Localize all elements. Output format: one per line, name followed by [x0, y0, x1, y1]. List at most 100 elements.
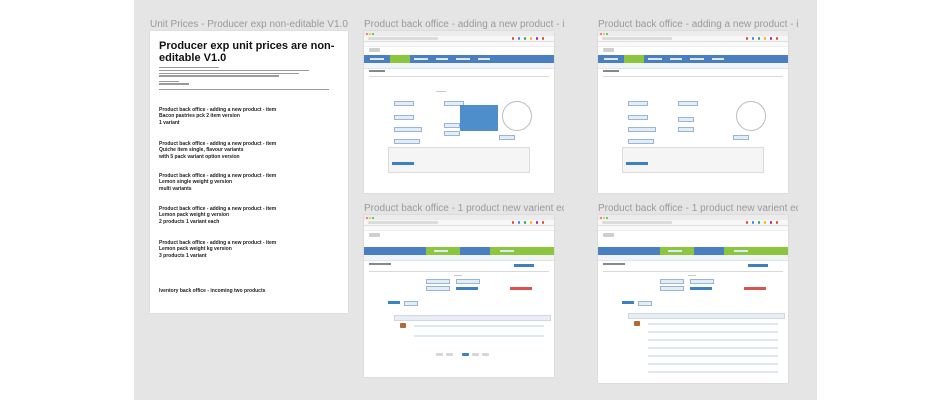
main-nav[interactable]: [598, 55, 788, 63]
divider: [603, 271, 783, 272]
divider: [369, 76, 549, 77]
input-field[interactable]: [444, 131, 460, 136]
divider: [603, 76, 783, 77]
section-inventory: Iventory back office - incoming two prod…: [159, 288, 266, 294]
variant-buttons[interactable]: [626, 162, 648, 165]
logo: [369, 48, 380, 52]
frame-title-unit-prices[interactable]: Unit Prices - Producer exp non-editable …: [150, 19, 350, 30]
screenshot-add-product-2[interactable]: [598, 31, 788, 193]
bookmarks-bar: [598, 42, 788, 47]
product-image-placeholder[interactable]: [502, 101, 532, 131]
input-field[interactable]: [394, 101, 414, 106]
pagination-button[interactable]: [446, 353, 453, 356]
section-quiche-item: Product back office - adding a new produ…: [159, 141, 277, 160]
input-field[interactable]: [394, 115, 414, 120]
filter-button[interactable]: [622, 301, 634, 304]
input-field[interactable]: [456, 279, 480, 284]
screenshot-variant-edit-1[interactable]: [364, 215, 554, 377]
input-field[interactable]: [628, 101, 648, 106]
header-button[interactable]: [748, 264, 768, 267]
table-row[interactable]: [648, 363, 778, 365]
input-field[interactable]: [678, 117, 694, 122]
header-button[interactable]: [514, 264, 534, 267]
logo: [603, 233, 614, 237]
bookmarks-bar: [598, 226, 788, 231]
sub-nav: [364, 255, 554, 261]
field-label: [454, 275, 462, 277]
input-field[interactable]: [444, 123, 460, 128]
input-field[interactable]: [394, 139, 420, 144]
pagination-button-active[interactable]: [462, 353, 469, 356]
page-title: [603, 70, 619, 72]
page-title: [369, 263, 391, 265]
filter-button[interactable]: [388, 301, 400, 304]
frame-title-variant-edit-2[interactable]: Product back office - 1 product new vari…: [598, 203, 798, 214]
section-bacon-pastries: Product back office - adding a new produ…: [159, 107, 277, 126]
section-lemon-pack-g: Product back office - adding a new produ…: [159, 206, 277, 225]
input-field[interactable]: [638, 301, 652, 306]
section-lemon-pack-kg: Product back office - adding a new produ…: [159, 240, 277, 259]
table-row[interactable]: [648, 339, 778, 341]
input-field[interactable]: [426, 279, 450, 284]
main-nav[interactable]: [598, 247, 788, 255]
document-intro-text: [159, 67, 339, 90]
page-title: [603, 263, 625, 265]
main-nav[interactable]: [364, 55, 554, 63]
product-thumbnail: [634, 321, 640, 326]
bookmarks-bar: [364, 226, 554, 231]
input-field[interactable]: [690, 279, 714, 284]
logo: [369, 233, 380, 237]
product-thumbnail: [400, 323, 406, 328]
table-row[interactable]: [414, 335, 544, 337]
input-field[interactable]: [426, 286, 450, 291]
table-row[interactable]: [414, 325, 544, 327]
logo: [603, 48, 614, 52]
sub-nav: [598, 255, 788, 261]
variant-buttons[interactable]: [392, 162, 414, 165]
variants-panel: [388, 147, 530, 173]
table-row[interactable]: [648, 323, 778, 325]
bookmarks-bar: [364, 42, 554, 47]
table-row[interactable]: [648, 331, 778, 333]
sub-nav: [364, 63, 554, 69]
delete-button[interactable]: [510, 287, 532, 290]
image-upload-field[interactable]: [733, 135, 749, 140]
section-lemon-single: Product back office - adding a new produ…: [159, 173, 277, 192]
screenshot-add-product-1[interactable]: [364, 31, 554, 193]
table-row[interactable]: [648, 347, 778, 349]
frame-title-add-product-2[interactable]: Product back office - adding a new produ…: [598, 19, 798, 30]
input-field[interactable]: [404, 301, 418, 306]
table-header: [628, 313, 785, 319]
input-field[interactable]: [678, 127, 694, 132]
document-heading: Producer exp unit prices are non-editabl…: [159, 40, 335, 64]
action-button[interactable]: [456, 287, 478, 290]
product-image-placeholder[interactable]: [736, 101, 766, 131]
table-row[interactable]: [648, 371, 778, 373]
input-field[interactable]: [628, 127, 656, 132]
input-field[interactable]: [678, 101, 698, 106]
screenshot-variant-edit-2[interactable]: [598, 215, 788, 383]
input-field[interactable]: [660, 286, 684, 291]
pagination-button[interactable]: [436, 353, 443, 356]
page-title: [369, 70, 385, 72]
sub-nav: [598, 63, 788, 69]
input-field[interactable]: [660, 279, 684, 284]
image-upload-field[interactable]: [499, 135, 515, 140]
table-header: [394, 315, 551, 321]
table-row[interactable]: [648, 355, 778, 357]
main-nav[interactable]: [364, 247, 554, 255]
pagination-button[interactable]: [472, 353, 479, 356]
field-label: [436, 91, 446, 93]
pagination-button[interactable]: [482, 353, 489, 356]
tooltip-popup: [460, 105, 498, 131]
input-field[interactable]: [628, 115, 648, 120]
frame-title-add-product-1[interactable]: Product back office - adding a new produ…: [364, 19, 564, 30]
input-field[interactable]: [394, 127, 422, 132]
input-field[interactable]: [628, 139, 654, 144]
delete-button[interactable]: [744, 287, 766, 290]
field-label: [688, 275, 696, 277]
action-button[interactable]: [690, 287, 712, 290]
unit-prices-document-frame[interactable]: Producer exp unit prices are non-editabl…: [150, 31, 348, 313]
frame-title-variant-edit-1[interactable]: Product back office - 1 product new vari…: [364, 203, 564, 214]
divider: [369, 271, 549, 272]
